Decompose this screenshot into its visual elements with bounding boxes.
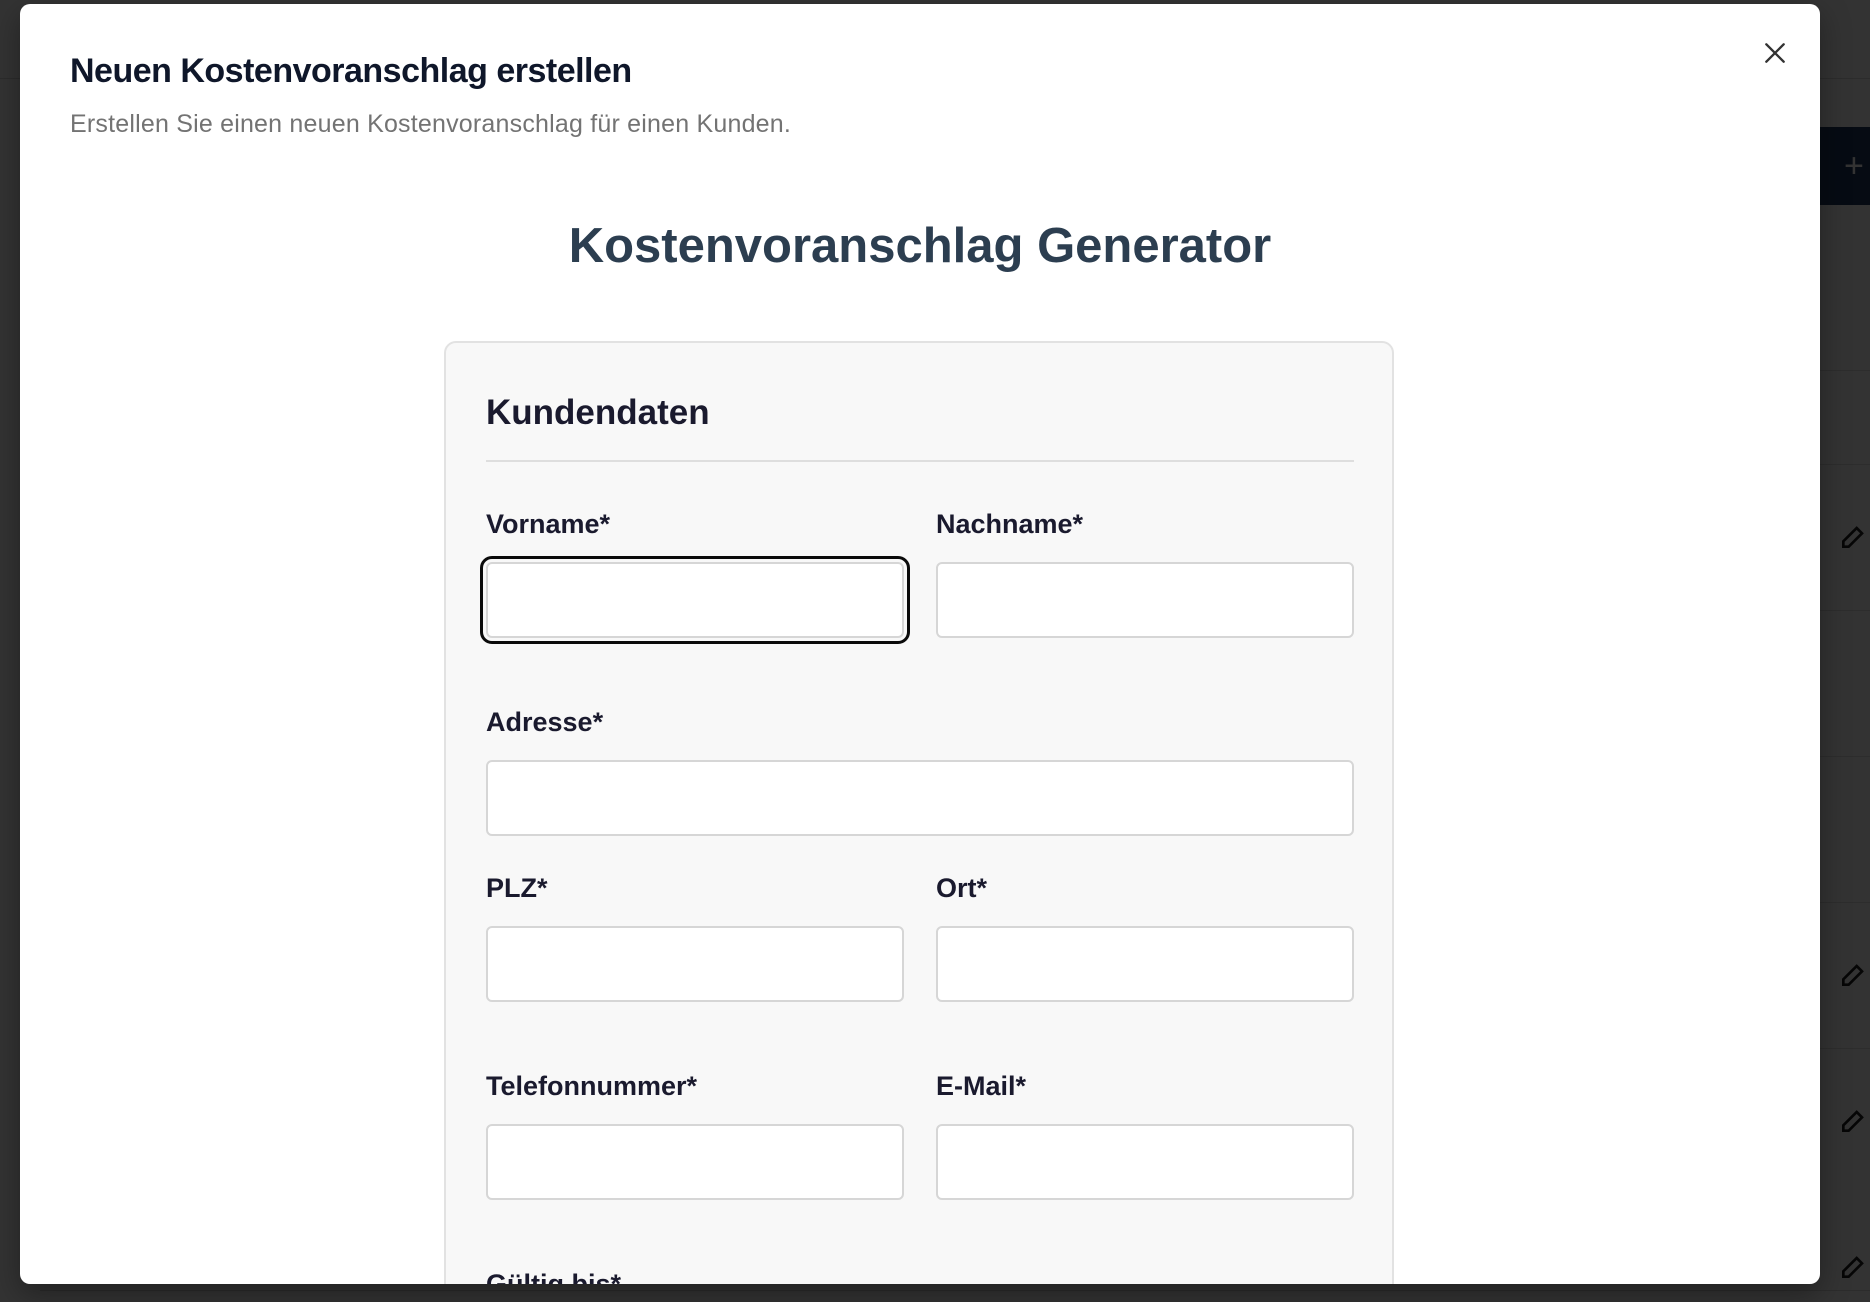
city-input[interactable] [936,926,1354,1002]
first-name-label: Vorname* [486,509,611,539]
generator-title: Kostenvoranschlag Generator [568,219,1272,273]
phone-input[interactable] [486,1124,904,1200]
email-label: E-Mail* [936,1071,1027,1101]
close-icon [1765,43,1785,63]
first-name-input[interactable] [480,556,910,644]
valid-until-label: Gültig bis* [486,1269,621,1284]
customer-data-card: Kundendaten Vorname* Nachname* Adresse* … [444,341,1394,1284]
create-quote-dialog: Neuen Kostenvoranschlag erstellen Erstel… [20,4,1820,1284]
postal-code-label: PLZ* [486,873,548,903]
postal-code-input[interactable] [486,926,904,1002]
city-label: Ort* [936,873,988,903]
dialog-title: Neuen Kostenvoranschlag erstellen [70,52,632,90]
close-button[interactable] [1758,36,1792,70]
last-name-label: Nachname* [936,509,1084,539]
phone-label: Telefonnummer* [486,1071,698,1101]
section-title: Kundendaten [486,393,710,432]
last-name-input[interactable] [936,562,1354,638]
address-input[interactable] [486,760,1354,836]
dialog-description: Erstellen Sie einen neuen Kostenvoransch… [70,110,792,138]
address-label: Adresse* [486,707,604,737]
section-divider [486,460,1354,462]
email-input[interactable] [936,1124,1354,1200]
